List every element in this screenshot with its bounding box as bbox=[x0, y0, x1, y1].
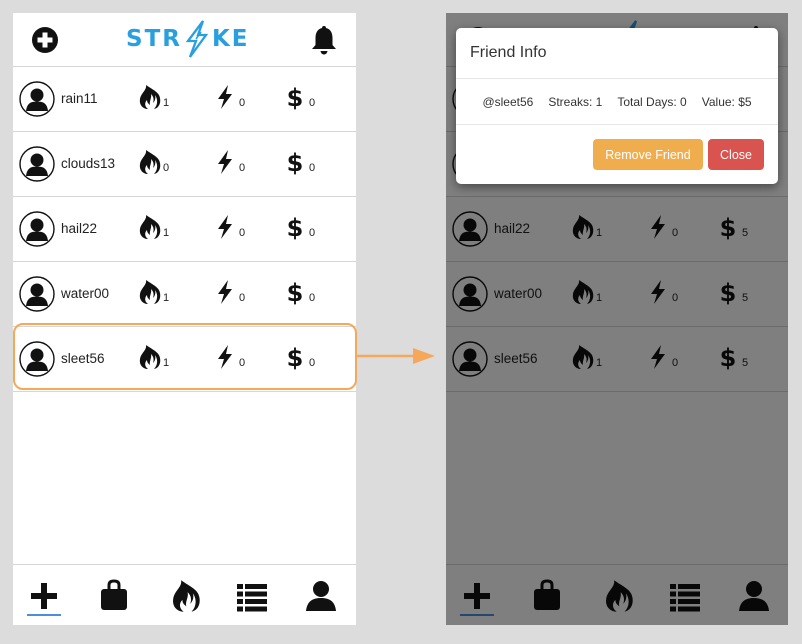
modal-header: Friend Info bbox=[456, 28, 778, 79]
fire-icon bbox=[137, 214, 161, 240]
value-amount: 0 bbox=[309, 292, 316, 304]
friend-value: Value: $5 bbox=[701, 94, 752, 109]
value-amount: 0 bbox=[309, 162, 316, 174]
fire-icon bbox=[137, 149, 161, 175]
friend-handle: @sleet56 bbox=[482, 94, 534, 109]
dollar-icon bbox=[283, 279, 307, 305]
modal-title: Friend Info bbox=[470, 44, 547, 61]
bolt-count: 0 bbox=[239, 292, 246, 304]
avatar-icon bbox=[19, 211, 55, 247]
nav-profile-button[interactable] bbox=[304, 579, 338, 613]
remove-friend-button[interactable]: Remove Friend bbox=[593, 139, 703, 170]
friend-row[interactable]: rain11 1 0 0 bbox=[13, 67, 356, 132]
bolt-icon bbox=[213, 84, 237, 110]
bolt-icon bbox=[213, 279, 237, 305]
fire-icon bbox=[168, 579, 202, 613]
list-icon bbox=[235, 579, 269, 613]
modal-footer: Remove Friend Close bbox=[456, 125, 778, 183]
fire-icon bbox=[137, 279, 161, 305]
logo-bolt-icon bbox=[183, 19, 211, 59]
friend-username: water00 bbox=[61, 286, 110, 301]
friend-username: clouds13 bbox=[61, 156, 116, 171]
modal-body: @sleet56 Streaks: 1 Total Days: 0 Value:… bbox=[456, 79, 778, 125]
streak-stat: 1 bbox=[137, 279, 169, 305]
selected-row-highlight bbox=[13, 323, 357, 390]
avatar-icon bbox=[19, 276, 55, 312]
notification-bell-icon[interactable] bbox=[310, 24, 338, 56]
nav-active-indicator bbox=[27, 614, 61, 616]
friend-row[interactable]: water00 1 0 0 bbox=[13, 262, 356, 327]
streak-stat: 1 bbox=[137, 84, 169, 110]
friend-username: hail22 bbox=[61, 221, 98, 236]
close-button[interactable]: Close bbox=[708, 139, 764, 170]
streak-count: 1 bbox=[163, 227, 170, 239]
value-stat: 0 bbox=[283, 279, 315, 305]
app-header: STR KE bbox=[13, 13, 356, 67]
plus-icon bbox=[27, 579, 61, 613]
streak-stat: 0 bbox=[137, 149, 169, 175]
value-amount: 0 bbox=[309, 97, 316, 109]
fire-icon bbox=[137, 84, 161, 110]
avatar-icon bbox=[19, 146, 55, 182]
friend-info-screen: STR KE rain11105clouds13005hail22105wate… bbox=[446, 13, 788, 625]
dollar-icon bbox=[283, 84, 307, 110]
logo-text-left: STR bbox=[126, 26, 182, 52]
streak-stat: 1 bbox=[137, 214, 169, 240]
streak-count: 1 bbox=[163, 292, 170, 304]
bolt-icon bbox=[213, 214, 237, 240]
friend-total-days: Total Days: 0 bbox=[617, 94, 687, 109]
app-logo: STR KE bbox=[126, 19, 250, 59]
bottom-nav bbox=[13, 564, 356, 625]
arrow-right-icon bbox=[357, 348, 435, 364]
add-friend-icon[interactable] bbox=[31, 26, 59, 54]
friend-info-modal: Friend Info @sleet56 Streaks: 1 Total Da… bbox=[456, 28, 778, 184]
friend-row[interactable]: hail22 1 0 0 bbox=[13, 197, 356, 262]
nav-list-button[interactable] bbox=[235, 579, 269, 613]
bolt-count: 0 bbox=[239, 227, 246, 239]
logo-text-right: KE bbox=[211, 26, 250, 52]
nav-add-button[interactable] bbox=[27, 579, 61, 613]
bolt-stat: 0 bbox=[213, 279, 245, 305]
value-stat: 0 bbox=[283, 149, 315, 175]
bolt-count: 0 bbox=[239, 162, 246, 174]
nav-fire-button[interactable] bbox=[168, 579, 202, 613]
streak-count: 0 bbox=[163, 162, 170, 174]
friends-screen: STR KE rain11 1 0 0 clouds13 0 0 0 hail22 1 0 0 wate… bbox=[13, 13, 356, 625]
friend-streaks: Streaks: 1 bbox=[548, 94, 603, 109]
bolt-stat: 0 bbox=[213, 149, 245, 175]
user-icon bbox=[304, 579, 338, 613]
value-stat: 0 bbox=[283, 214, 315, 240]
friend-username: rain11 bbox=[61, 91, 98, 106]
friend-row[interactable]: clouds13 0 0 0 bbox=[13, 132, 356, 197]
value-stat: 0 bbox=[283, 84, 315, 110]
dollar-icon bbox=[283, 214, 307, 240]
value-amount: 0 bbox=[309, 227, 316, 239]
bolt-stat: 0 bbox=[213, 214, 245, 240]
bolt-stat: 0 bbox=[213, 84, 245, 110]
bolt-count: 0 bbox=[239, 97, 246, 109]
lock-icon bbox=[97, 579, 131, 613]
streak-count: 1 bbox=[163, 97, 170, 109]
bolt-icon bbox=[213, 149, 237, 175]
avatar-icon bbox=[19, 81, 55, 117]
nav-lock-button[interactable] bbox=[97, 579, 131, 613]
dollar-icon bbox=[283, 149, 307, 175]
